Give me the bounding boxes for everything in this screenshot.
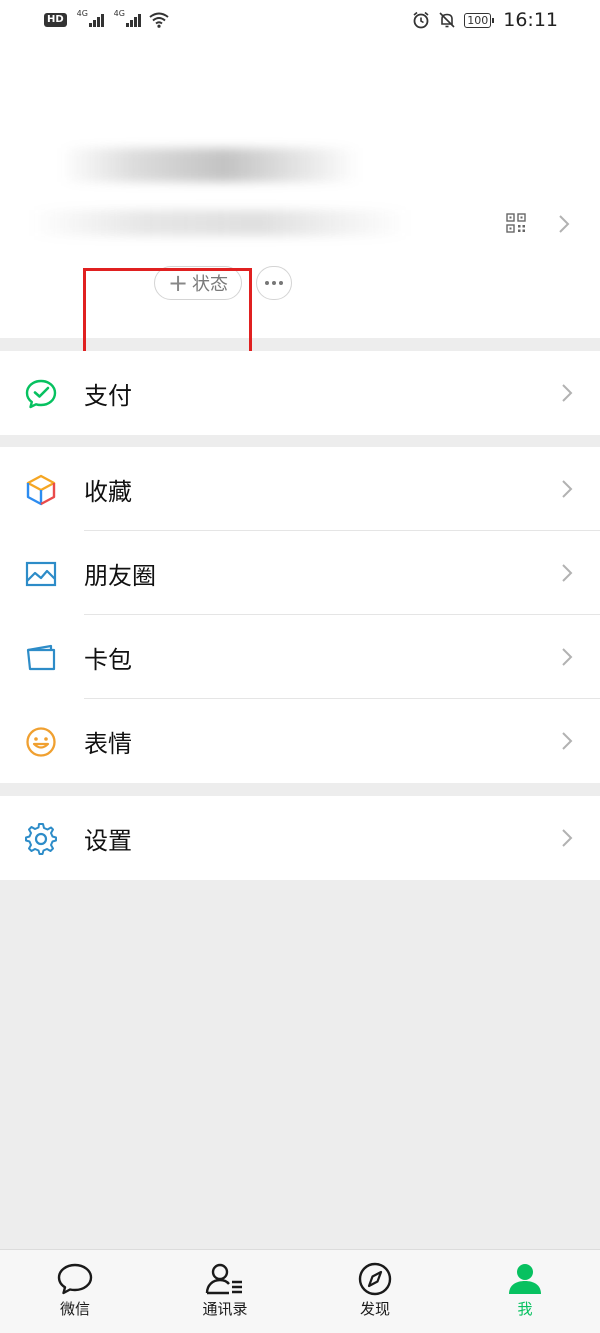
menu-label-moments: 朋友圈 bbox=[84, 561, 156, 590]
chevron-right-icon bbox=[562, 384, 573, 402]
menu-label-settings: 设置 bbox=[84, 826, 132, 855]
menu-item-stickers[interactable]: 表情 bbox=[0, 699, 600, 783]
menu-label-pay: 支付 bbox=[84, 381, 132, 410]
chevron-right-icon bbox=[562, 564, 573, 582]
status-bar-left: HD 4G 4G bbox=[44, 9, 169, 28]
menu-item-moments[interactable]: 朋友圈 bbox=[0, 531, 600, 615]
contacts-icon bbox=[205, 1263, 242, 1295]
more-dot bbox=[279, 281, 283, 285]
signal-icon: 4G bbox=[114, 9, 141, 27]
battery-icon: 100 bbox=[464, 12, 495, 28]
tab-me[interactable]: 我 bbox=[450, 1250, 600, 1333]
more-dot bbox=[265, 281, 269, 285]
smiley-face-icon bbox=[26, 727, 56, 757]
menu-item-settings[interactable]: 设置 bbox=[0, 796, 600, 880]
status-bar: HD 4G 4G 100 16:11 bbox=[0, 0, 600, 40]
compass-icon bbox=[358, 1262, 392, 1296]
chevron-right-icon bbox=[562, 829, 573, 847]
chevron-right-icon bbox=[559, 215, 570, 233]
menu-item-favorites[interactable]: 收藏 bbox=[0, 447, 600, 531]
hd-badge: HD bbox=[44, 13, 67, 27]
chevron-right-icon bbox=[562, 480, 573, 498]
qr-code-icon[interactable] bbox=[506, 213, 526, 233]
mute-notification-icon bbox=[439, 12, 455, 28]
tab-contacts[interactable]: 通讯录 bbox=[150, 1250, 300, 1333]
pay-icon bbox=[25, 379, 57, 409]
sim1-network-label: 4G bbox=[76, 9, 88, 18]
redacted-wechat-id bbox=[30, 210, 410, 236]
wifi-icon bbox=[149, 12, 169, 28]
profile-header[interactable]: + 状态 bbox=[0, 40, 600, 399]
signal-icon: 4G bbox=[77, 9, 104, 27]
chevron-right-icon bbox=[562, 732, 573, 750]
tab-discover[interactable]: 发现 bbox=[300, 1250, 450, 1333]
status-time: 16:11 bbox=[503, 9, 558, 31]
more-button[interactable] bbox=[256, 266, 292, 300]
menu-label-favorites: 收藏 bbox=[84, 477, 132, 506]
chat-icon bbox=[57, 1263, 93, 1295]
card-wallet-icon bbox=[26, 644, 56, 671]
menu-item-pay[interactable]: 支付 bbox=[0, 351, 600, 435]
favorites-cube-icon bbox=[26, 474, 56, 506]
tab-label: 发现 bbox=[359, 1300, 390, 1318]
redacted-nickname bbox=[60, 148, 360, 182]
menu-label-cards: 卡包 bbox=[84, 645, 132, 674]
me-icon bbox=[509, 1264, 541, 1294]
tab-chats[interactable]: 微信 bbox=[0, 1250, 150, 1333]
tab-label: 我 bbox=[517, 1300, 533, 1318]
tab-label: 通讯录 bbox=[202, 1300, 248, 1318]
bottom-tab-bar: 微信 通讯录 发现 我 bbox=[0, 1249, 600, 1333]
tab-label: 微信 bbox=[59, 1300, 90, 1318]
menu-label-stickers: 表情 bbox=[84, 729, 132, 758]
status-bar-right: 100 16:11 bbox=[412, 9, 558, 31]
sim2-network-label: 4G bbox=[113, 9, 125, 18]
gear-icon bbox=[25, 823, 57, 855]
menu-group-pay: 支付 bbox=[0, 351, 600, 435]
menu-group-main: 收藏 朋友圈 卡包 表情 bbox=[0, 447, 600, 783]
menu-group-settings: 设置 bbox=[0, 796, 600, 880]
menu-item-cards[interactable]: 卡包 bbox=[0, 615, 600, 699]
moments-picture-icon bbox=[25, 561, 57, 587]
alarm-icon bbox=[413, 11, 429, 29]
chevron-right-icon bbox=[562, 648, 573, 666]
more-dot bbox=[272, 281, 276, 285]
